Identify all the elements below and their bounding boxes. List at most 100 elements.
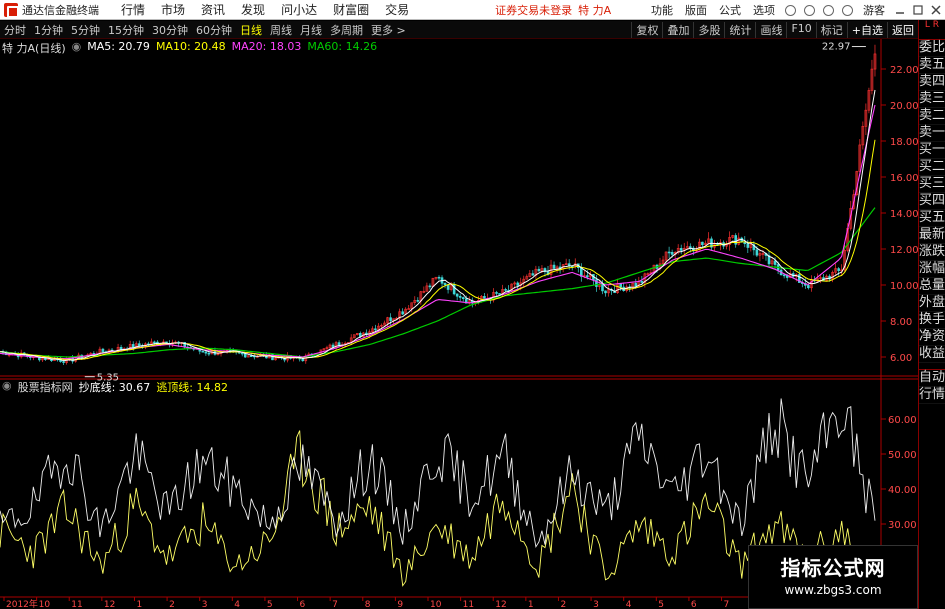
stats-button[interactable]: 统计 xyxy=(724,21,755,38)
x-tick-label: 3 xyxy=(593,600,599,609)
settings-dot-icon[interactable]: ◉ xyxy=(72,40,82,56)
add-watchlist-button[interactable]: +自选 xyxy=(846,21,887,38)
y-tick-label: 6.00 xyxy=(890,353,912,364)
quote-field-12[interactable]: 涨跌 xyxy=(919,244,945,261)
close-icon[interactable] xyxy=(931,5,941,15)
indicator-settings-icon[interactable]: ◉ xyxy=(2,379,12,395)
period-weekly[interactable]: 周线 xyxy=(266,22,296,38)
menu-options[interactable]: 选项 xyxy=(747,2,781,18)
app-title: 通达信金融终端 xyxy=(22,3,99,17)
quote-field-17[interactable]: 净资 xyxy=(919,329,945,346)
maximize-icon[interactable] xyxy=(913,5,923,15)
menu-market[interactable]: 市场 xyxy=(153,1,193,18)
menu-news[interactable]: 资讯 xyxy=(193,1,233,18)
quote-field-10[interactable]: 买五 xyxy=(919,210,945,227)
candle-body xyxy=(137,343,141,346)
panel-header[interactable]: L R xyxy=(919,20,945,40)
menu-quotes[interactable]: 行情 xyxy=(113,1,153,18)
f10-button[interactable]: F10 xyxy=(786,21,815,38)
x-tick-label: 5 xyxy=(267,600,273,609)
x-tick-label: 9 xyxy=(397,600,403,609)
quote-field-11[interactable]: 最新 xyxy=(919,227,945,244)
quote-field-1[interactable]: 卖五 xyxy=(919,57,945,74)
skin-icon[interactable] xyxy=(842,4,853,16)
period-15min[interactable]: 15分钟 xyxy=(104,22,148,38)
guest-label[interactable]: 游客 xyxy=(857,2,891,18)
menu-trade[interactable]: 交易 xyxy=(377,1,417,18)
menu-formula[interactable]: 公式 xyxy=(713,2,747,18)
quote-field-3[interactable]: 卖三 xyxy=(919,91,945,108)
ma20-label: MA20: 18.03 xyxy=(231,40,302,53)
quote-field-13[interactable]: 涨幅 xyxy=(919,261,945,278)
quote-field-0[interactable]: 委比 xyxy=(919,40,945,57)
candle-body xyxy=(458,295,462,298)
quote-field-16[interactable]: 换手 xyxy=(919,312,945,329)
auto-quote-1[interactable]: 自动 xyxy=(919,369,945,387)
menu-wealth[interactable]: 财富圈 xyxy=(325,1,377,18)
x-tick-label: 11 xyxy=(71,600,82,609)
candle-body xyxy=(301,358,305,362)
period-monthly[interactable]: 月线 xyxy=(296,22,326,38)
minimize-icon[interactable] xyxy=(895,5,905,15)
candle-body xyxy=(443,283,447,286)
login-warning[interactable]: 证券交易未登录 xyxy=(495,2,572,18)
menu-function[interactable]: 功能 xyxy=(645,2,679,18)
candle-body xyxy=(428,285,432,288)
quote-field-14[interactable]: 总量 xyxy=(919,278,945,295)
period-1min[interactable]: 1分钟 xyxy=(30,22,67,38)
multi-stock-button[interactable]: 多股 xyxy=(693,21,724,38)
period-5min[interactable]: 5分钟 xyxy=(67,22,104,38)
mark-button[interactable]: 标记 xyxy=(815,21,847,38)
draw-button[interactable]: 画线 xyxy=(755,21,786,38)
quote-field-9[interactable]: 买四 xyxy=(919,193,945,210)
period-more[interactable]: 更多 > xyxy=(367,22,410,38)
quote-field-5[interactable]: 卖一 xyxy=(919,125,945,142)
high-price-annotation: 22.97 xyxy=(822,42,851,53)
adjust-button[interactable]: 复权 xyxy=(631,21,662,38)
kline-chart-area[interactable]: 6.008.0010.0012.0014.0016.0018.0020.0022… xyxy=(0,39,918,609)
quote-field-2[interactable]: 卖四 xyxy=(919,74,945,91)
quote-field-6[interactable]: 买一 xyxy=(919,142,945,159)
period-daily[interactable]: 日线 xyxy=(236,22,266,38)
back-button[interactable]: 返回 xyxy=(887,21,918,38)
period-multi[interactable]: 多周期 xyxy=(326,22,367,38)
candle-body xyxy=(249,355,253,358)
candle-body xyxy=(498,293,501,295)
menu-discover[interactable]: 发现 xyxy=(233,1,273,18)
stock-period-title[interactable]: 特 力A(日线) xyxy=(2,40,66,56)
candle-body xyxy=(537,268,541,272)
x-tick-label: 12 xyxy=(495,600,506,609)
indicator-name[interactable]: 股票指标网 xyxy=(18,379,73,395)
candle-body xyxy=(401,311,404,315)
x-tick-label: 2 xyxy=(560,600,566,609)
candle-body xyxy=(619,283,622,288)
menu-layout[interactable]: 版面 xyxy=(679,2,713,18)
x-tick-label: 3 xyxy=(202,600,208,609)
quote-field-4[interactable]: 卖二 xyxy=(919,108,945,125)
quote-field-18[interactable]: 收益 xyxy=(919,346,945,363)
candle-body xyxy=(461,297,465,300)
x-tick-label: 12 xyxy=(104,600,115,609)
candle-body xyxy=(416,300,420,302)
y-tick-label: 18.00 xyxy=(890,137,918,148)
period-60min[interactable]: 60分钟 xyxy=(192,22,236,38)
period-30min[interactable]: 30分钟 xyxy=(148,22,192,38)
quote-field-15[interactable]: 外盘 xyxy=(919,295,945,312)
candle-body xyxy=(601,283,604,292)
quote-field-7[interactable]: 买二 xyxy=(919,159,945,176)
indicator-y-tick-label: 60.00 xyxy=(888,415,917,426)
candle-body xyxy=(746,243,750,248)
quote-field-8[interactable]: 买三 xyxy=(919,176,945,193)
cloud-icon[interactable] xyxy=(785,4,796,16)
x-tick-label: 1 xyxy=(136,600,142,609)
user-icon[interactable] xyxy=(823,4,834,16)
x-tick-label: 5 xyxy=(658,600,664,609)
menu-ask[interactable]: 问小达 xyxy=(273,1,325,18)
period-timeshare[interactable]: 分时 xyxy=(0,22,30,38)
candle-body xyxy=(389,317,392,321)
auto-quote-2[interactable]: 行情 xyxy=(919,387,945,404)
mail-icon[interactable] xyxy=(804,4,815,16)
site-watermark: 指标公式网 www.zbgs3.com xyxy=(748,545,918,609)
overlay-button[interactable]: 叠加 xyxy=(662,21,693,38)
bottom-line-label: 抄底线: 30.67 xyxy=(78,381,151,394)
